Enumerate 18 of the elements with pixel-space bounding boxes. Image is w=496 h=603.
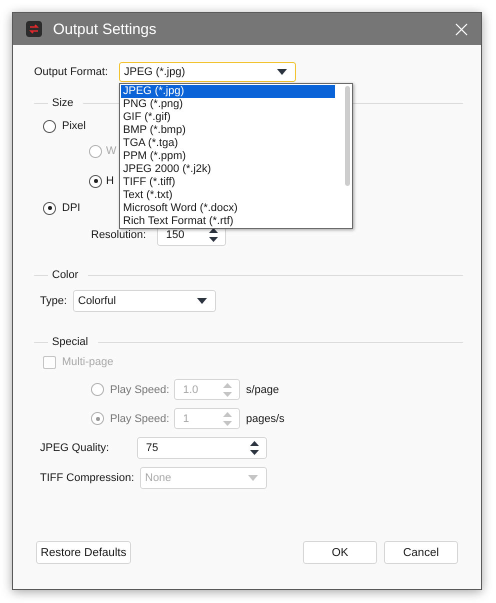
unit-label: pages/s: [246, 412, 285, 424]
group-title: Color: [52, 269, 78, 281]
group-title: Special: [52, 336, 88, 348]
field-label: Resolution:: [91, 229, 148, 241]
field-label: Output Format:: [34, 66, 109, 78]
radio-label: H: [106, 175, 114, 187]
field-label: TIFF Compression:: [40, 472, 136, 484]
group-title: Size: [52, 97, 74, 109]
checkbox-label: Multi-page: [62, 356, 114, 368]
radio-label: DPI: [62, 202, 80, 214]
field-label: Type:: [40, 295, 68, 307]
radio-label: W: [106, 145, 116, 157]
radio-label: Play Speed:: [110, 412, 170, 424]
radio-label: Play Speed:: [110, 384, 170, 396]
window-title: Output Settings: [53, 20, 158, 38]
unit-label: s/page: [246, 384, 280, 396]
radio-label: Pixel: [62, 120, 86, 132]
field-label: JPEG Quality:: [40, 442, 110, 454]
